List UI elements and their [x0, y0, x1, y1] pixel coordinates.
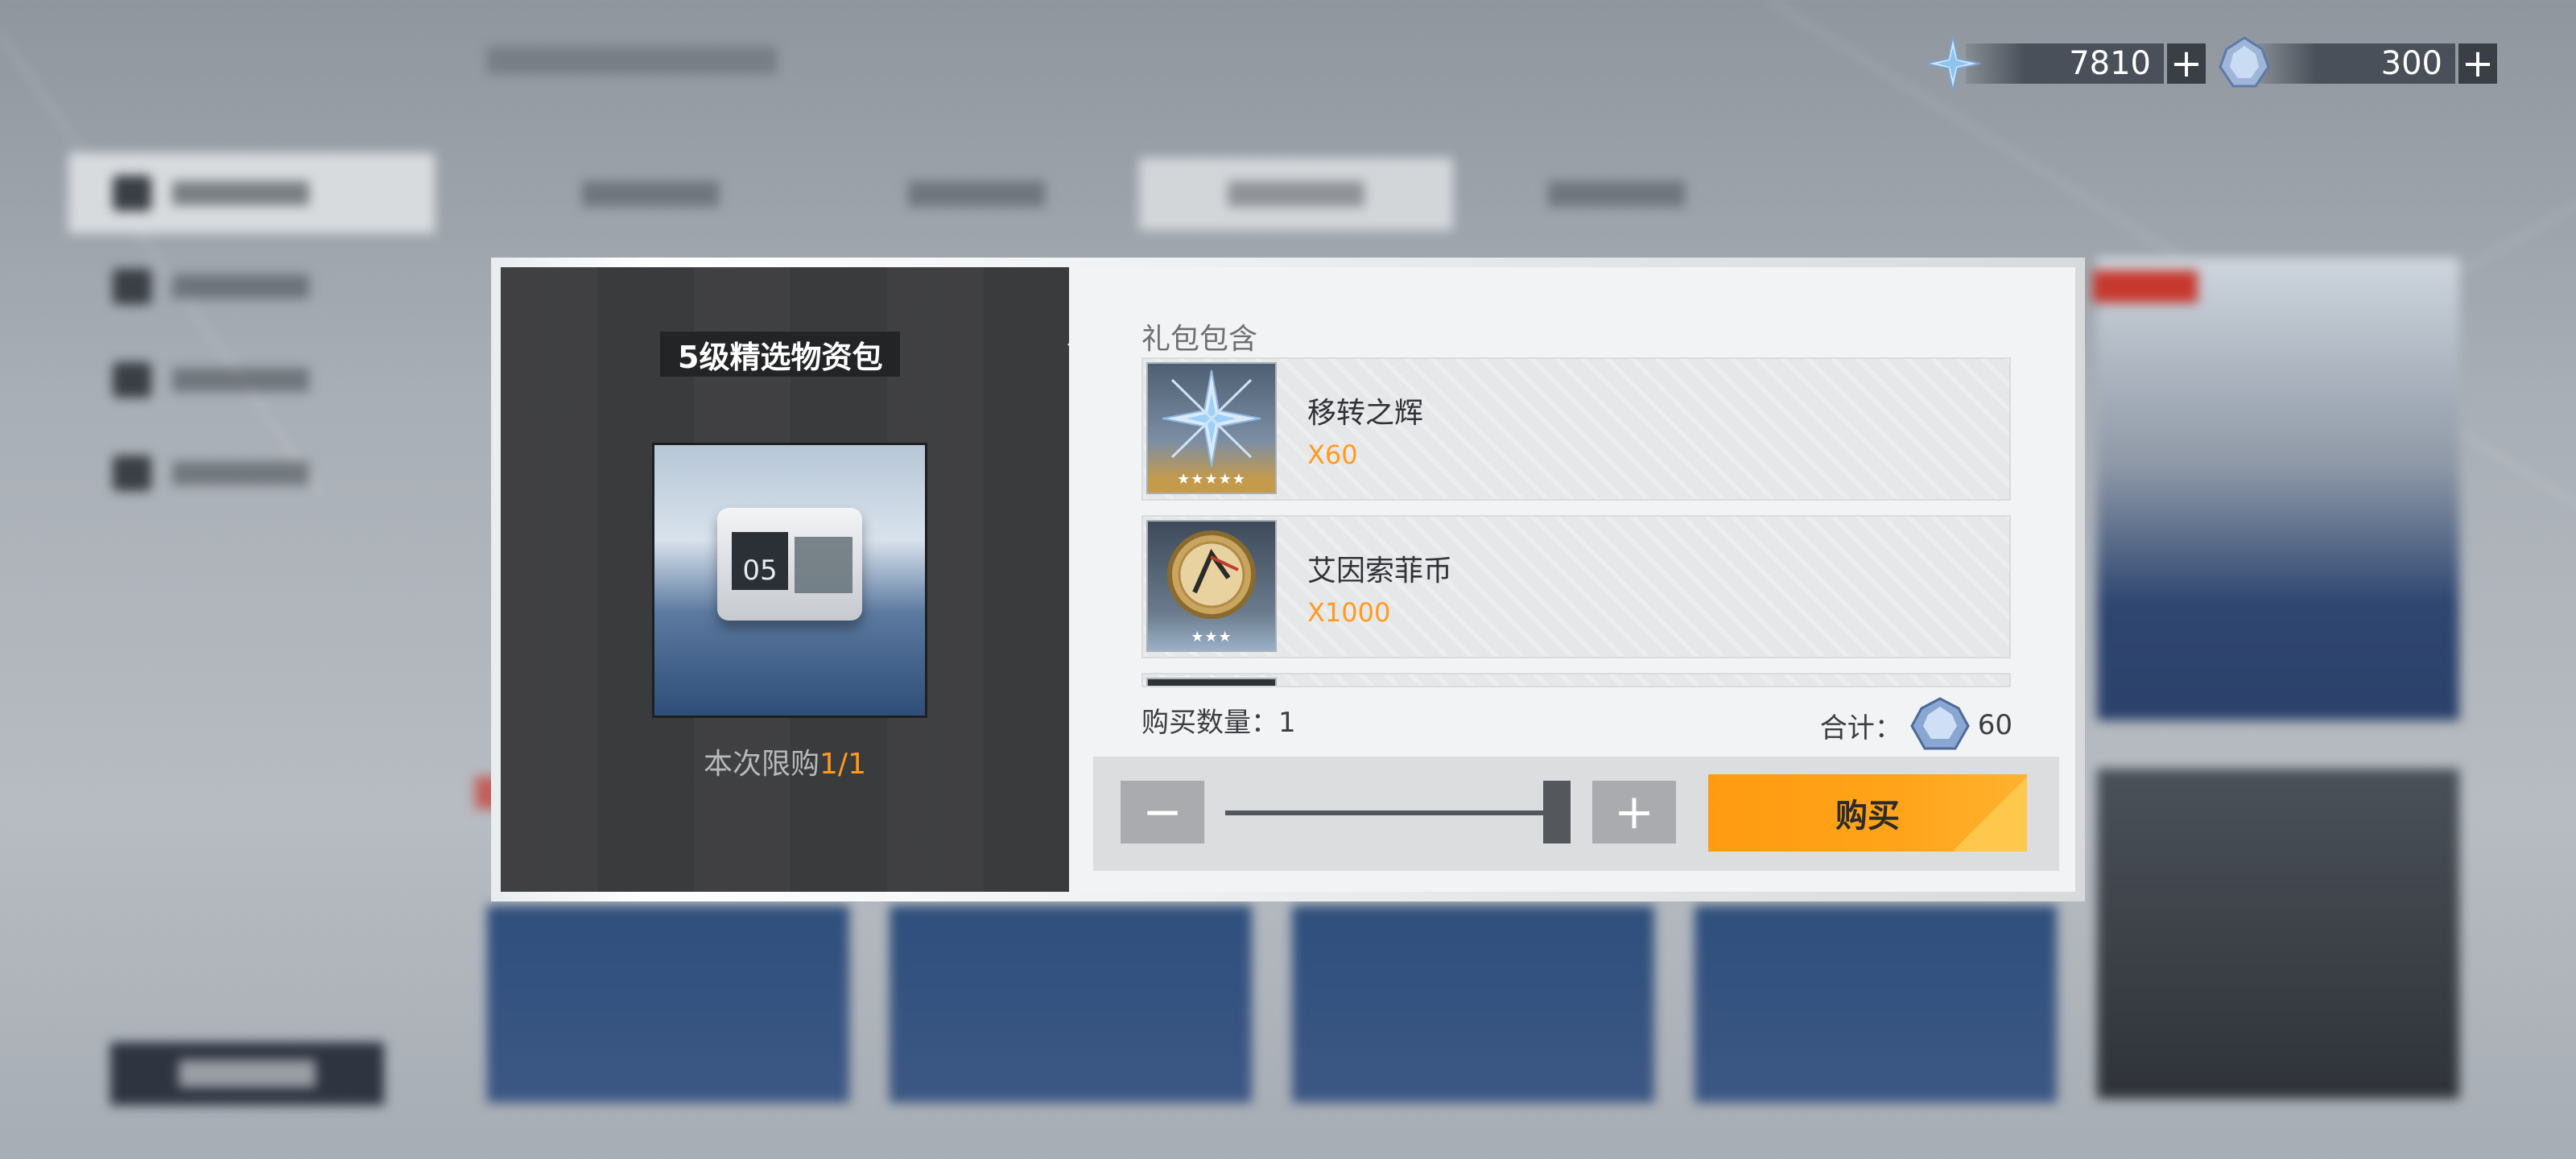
item-name: 艾因索菲币 — [1307, 555, 1453, 588]
sidebar-item-label — [172, 368, 309, 392]
sidebar-item-label — [172, 274, 309, 299]
purchase-quantity-value: 1 — [1278, 707, 1296, 739]
category-icon — [113, 269, 151, 304]
buy-button[interactable]: 购买 — [1708, 774, 2027, 852]
crystal-gem-icon — [1909, 697, 1971, 753]
sidebar — [68, 153, 435, 526]
item-thumbnail: ★★★ — [1146, 520, 1277, 652]
sidebar-item[interactable] — [68, 246, 435, 327]
quantity-slider[interactable] — [1225, 810, 1557, 815]
add-currency-button[interactable]: + — [2167, 41, 2206, 86]
sidebar-item[interactable] — [68, 340, 435, 420]
crate-window — [795, 537, 852, 593]
item-quantity: X60 — [1307, 439, 1358, 470]
category-icon — [113, 362, 151, 398]
coin-icon — [1167, 530, 1256, 619]
item-name: 移转之辉 — [1307, 397, 1424, 430]
package-title: 5级精选物资包 — [660, 332, 901, 377]
sidebar-bottom-button[interactable] — [110, 1042, 384, 1105]
crate-screen: 05 — [732, 532, 788, 590]
store-card[interactable] — [1695, 905, 2057, 1103]
add-currency-button[interactable]: + — [2458, 41, 2497, 86]
currency-value: 7810 — [1966, 43, 2164, 84]
supply-crate-icon: 05 — [717, 508, 862, 621]
store-tab[interactable] — [1139, 158, 1453, 230]
total-label: 合计： — [1819, 711, 1902, 744]
purchase-limit-value: 1/1 — [819, 748, 866, 781]
purchase-limit-label: 本次限购 — [704, 748, 820, 781]
cart-icon — [113, 175, 151, 211]
rarity-stars: ★★★ — [1191, 629, 1232, 645]
store-card[interactable] — [2097, 769, 2459, 1099]
store-tab[interactable] — [813, 158, 1139, 230]
total-value: 60 — [1977, 709, 2013, 741]
breadcrumb — [487, 47, 777, 74]
package-image: 05 — [652, 443, 927, 718]
store-card[interactable] — [487, 905, 849, 1103]
store-card[interactable] — [890, 905, 1252, 1103]
item-thumbnail — [1146, 678, 1277, 686]
transfer-glow-icon — [1162, 369, 1261, 468]
purchase-dialog: 5级精选物资包 05 本次限购1/1 礼包包含 ★★★★★ 移转之辉 X60 ★… — [491, 258, 2085, 901]
purchase-limit: 本次限购1/1 — [501, 740, 1069, 782]
store-card-tag — [2093, 270, 2198, 303]
crystal-gem-icon — [2215, 35, 2273, 93]
decrease-quantity-button[interactable]: − — [1121, 781, 1204, 843]
sidebar-item[interactable] — [68, 433, 435, 514]
contents-heading: 礼包包含 — [1141, 323, 1258, 356]
list-item[interactable]: ★★★★★ 移转之辉 X60 — [1141, 357, 2011, 501]
sidebar-item-label — [172, 181, 309, 205]
currency-transfer-glow: 7810 + — [1924, 35, 2206, 92]
list-item[interactable] — [1141, 673, 2011, 687]
currency-crystal: 300 + — [2215, 36, 2497, 88]
category-icon — [113, 456, 151, 491]
store-card[interactable] — [1292, 905, 1654, 1103]
purchase-quantity-label: 购买数量： — [1141, 707, 1278, 739]
purchase-quantity: 购买数量：1 — [1141, 700, 1296, 740]
list-item[interactable]: ★★★ 艾因索菲币 X1000 — [1141, 515, 2011, 658]
buy-button-label: 购买 — [1835, 798, 1900, 835]
store-tab[interactable] — [487, 158, 813, 230]
rarity-stars: ★★★★★ — [1177, 471, 1246, 488]
sidebar-item[interactable] — [68, 153, 435, 233]
store-tabs — [487, 158, 1779, 230]
quantity-slider-handle[interactable] — [1543, 781, 1571, 843]
increase-quantity-button[interactable]: + — [1592, 781, 1676, 843]
total-cost: 合计： 60 — [1820, 697, 2013, 753]
store-tab[interactable] — [1453, 158, 1779, 230]
quantity-controls: − + 购买 — [1093, 757, 2059, 871]
package-preview-panel: 5级精选物资包 05 本次限购1/1 — [501, 267, 1069, 892]
sidebar-item-label — [172, 461, 309, 485]
sidebar-bottom-label — [179, 1060, 316, 1087]
item-quantity: X1000 — [1307, 597, 1391, 628]
package-details-panel: 礼包包含 ★★★★★ 移转之辉 X60 ★★★ 艾因索菲币 X1000 购买数量… — [1069, 267, 2075, 892]
store-card[interactable] — [2097, 258, 2459, 720]
item-thumbnail: ★★★★★ — [1146, 362, 1277, 494]
transfer-glow-icon — [1924, 35, 1982, 93]
currency-value: 300 — [2257, 43, 2455, 84]
